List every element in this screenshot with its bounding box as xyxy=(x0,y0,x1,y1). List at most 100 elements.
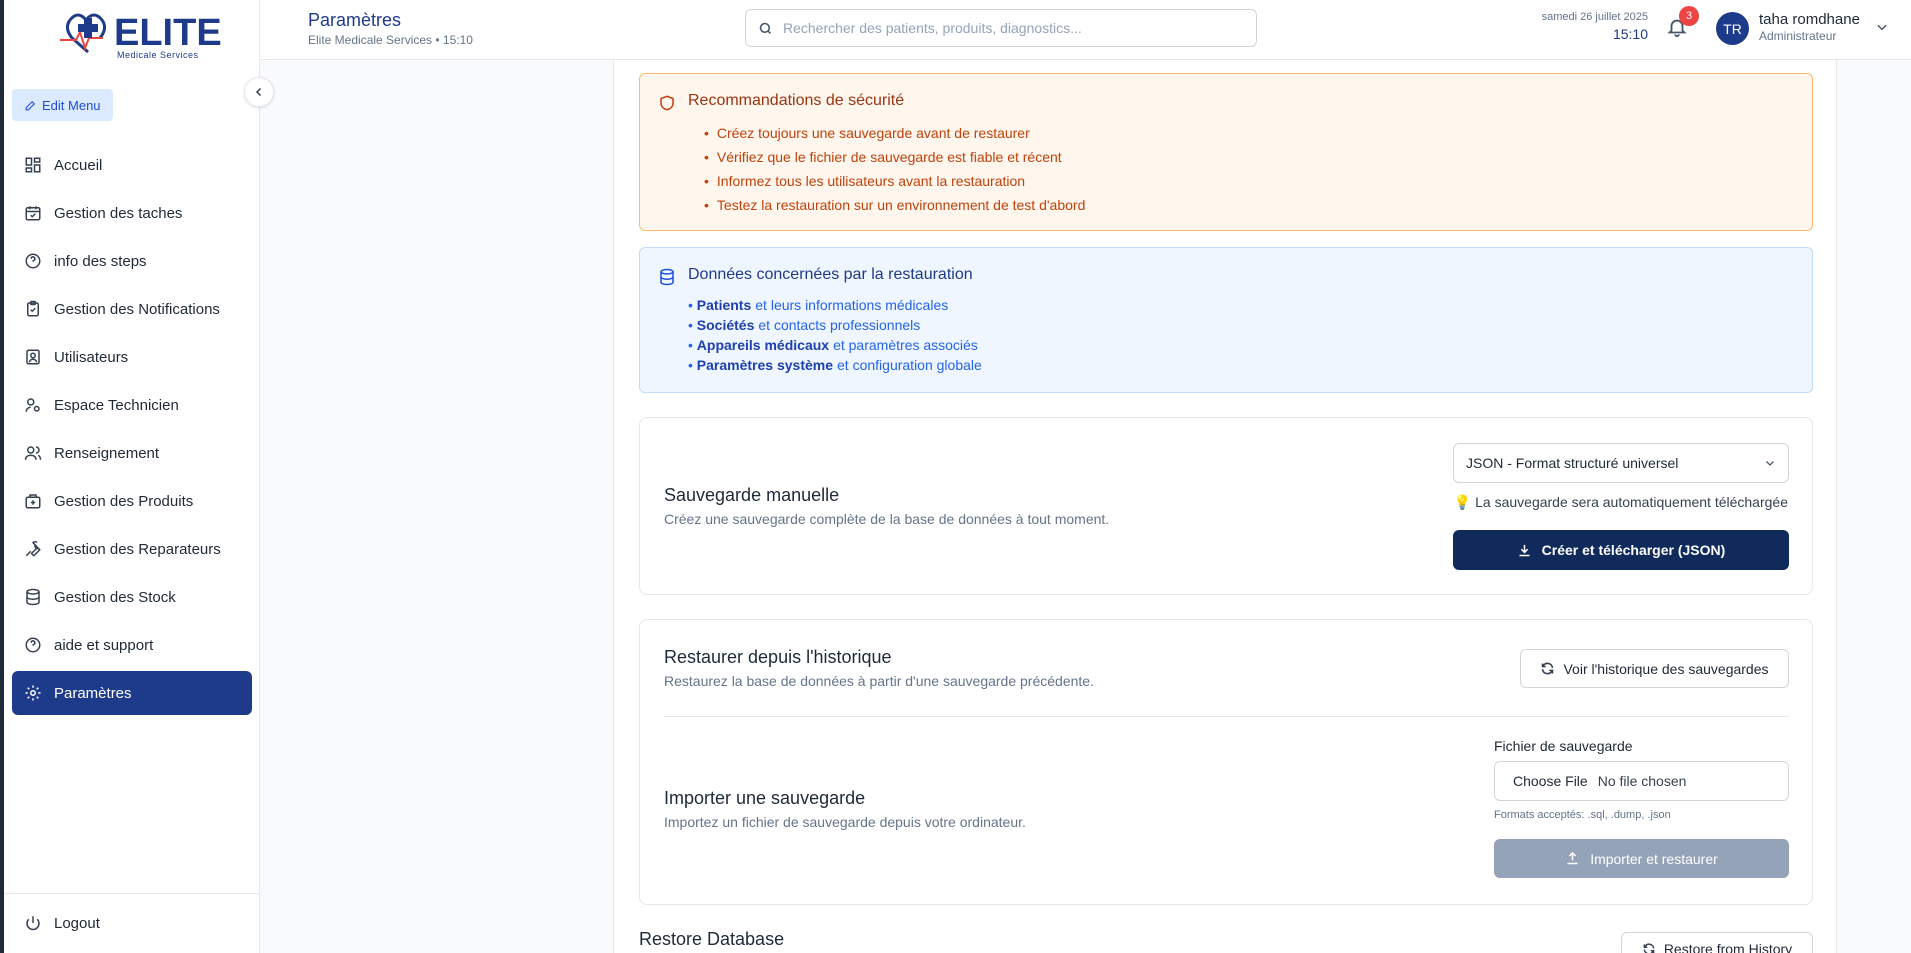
sidebar-item-accueil[interactable]: Accueil xyxy=(12,143,252,187)
refresh-icon xyxy=(1542,662,1554,675)
sidebar-item-label: Paramètres xyxy=(54,684,132,702)
search-icon xyxy=(759,22,772,34)
upload-icon xyxy=(1567,851,1578,865)
section-divider xyxy=(664,716,1789,717)
sidebar-item-gestion-taches[interactable]: Gestion des taches xyxy=(12,191,252,235)
brand-logo[interactable]: ELITE Medicale Services xyxy=(58,10,222,62)
manual-backup-card: Sauvegarde manuelle Créez une sauvegarde… xyxy=(639,417,1813,595)
list-item: • Sociétés et contacts professionnels xyxy=(688,317,921,333)
data-item-bold: Patients xyxy=(696,297,752,313)
view-history-button[interactable]: Voir l'historique des sauvegardes xyxy=(1520,649,1789,688)
search-input[interactable] xyxy=(783,20,1256,36)
manual-backup-title: Sauvegarde manuelle xyxy=(664,485,840,505)
list-item: Testez la restauration sur un environnem… xyxy=(704,193,1085,217)
gear-icon xyxy=(25,685,41,701)
sidebar-item-label: Accueil xyxy=(54,156,103,174)
list-item: • Appareils médicaux et paramètres associ… xyxy=(688,337,978,353)
data-info-title: Données concernées par la restauration xyxy=(688,266,973,283)
current-time: 15:10 xyxy=(1612,26,1648,42)
sidebar-item-label: Gestion des Notifications xyxy=(54,300,220,318)
data-info-list: • Patients et leurs informations médicale… xyxy=(688,295,982,375)
heart-pulse-logo-icon xyxy=(60,13,107,54)
sidebar-item-info-steps[interactable]: info des steps xyxy=(12,239,252,283)
sidebar-item-produits[interactable]: Gestion des Produits xyxy=(12,479,252,523)
restore-data-info: Données concernées par la restauration •… xyxy=(639,247,1813,393)
sidebar-item-label: aide et support xyxy=(54,636,154,654)
sidebar-item-espace-technicien[interactable]: Espace Technicien xyxy=(12,383,252,427)
avatar[interactable]: TR xyxy=(1716,12,1749,45)
page-subtitle: Elite Medicale Services • 15:10 xyxy=(308,33,473,47)
sidebar-item-notifications[interactable]: Gestion des Notifications xyxy=(12,287,252,331)
brand-name: ELITE xyxy=(114,12,222,54)
sidebar: ELITE Medicale Services Edit Menu Accuei… xyxy=(4,0,260,953)
restore-card: Restaurer depuis l'historique Restaurez … xyxy=(639,619,1813,905)
edit-menu-button[interactable]: Edit Menu xyxy=(12,89,113,121)
user-square-icon xyxy=(26,349,40,365)
download-icon xyxy=(1519,544,1530,556)
sidebar-item-parametres[interactable]: Paramètres xyxy=(12,671,252,715)
list-item: Informez tous les utilisateurs avant la … xyxy=(704,169,1085,193)
brand-tagline: Medicale Services xyxy=(117,50,199,60)
list-item: Vérifiez que le fichier de sauvegarde es… xyxy=(704,145,1085,169)
sidebar-item-reparateurs[interactable]: Gestion des Reparateurs xyxy=(12,527,252,571)
restore-from-history-button[interactable]: Restore from History xyxy=(1621,932,1813,953)
security-title: Recommandations de sécurité xyxy=(688,92,905,109)
database-icon xyxy=(660,268,674,286)
sidebar-item-label: Espace Technicien xyxy=(54,396,179,414)
restore-history-description: Restaurez la base de données à partir d'… xyxy=(664,673,1094,689)
logout-label: Logout xyxy=(54,914,100,932)
clipboard-check-icon xyxy=(27,300,39,317)
sidebar-collapse-button[interactable] xyxy=(244,77,274,107)
sidebar-item-utilisateurs[interactable]: Utilisateurs xyxy=(12,335,252,379)
chevron-down-icon xyxy=(1766,461,1774,466)
pencil-icon xyxy=(25,100,36,110)
security-list: Créez toujours une sauvegarde avant de r… xyxy=(704,121,1085,217)
data-item-text: et leurs informations médicales xyxy=(755,297,949,313)
backup-format-select[interactable]: JSON - Format structuré universel xyxy=(1453,443,1789,483)
import-backup-description: Importez un fichier de sauvegarde depuis… xyxy=(664,814,1026,830)
import-restore-button[interactable]: Importer et restaurer xyxy=(1494,839,1789,878)
page-title: Paramètres xyxy=(308,10,402,30)
user-name[interactable]: taha romdhane xyxy=(1759,11,1860,28)
medical-bag-icon xyxy=(25,494,41,509)
edit-menu-label: Edit Menu xyxy=(42,97,101,113)
manual-backup-description: Créez une sauvegarde complète de la base… xyxy=(664,511,1110,527)
chevron-down-icon[interactable] xyxy=(1875,20,1889,34)
calendar-check-icon xyxy=(25,206,41,221)
wrench-icon xyxy=(25,541,41,557)
restore-from-history-label: Restore from History xyxy=(1663,941,1793,953)
sidebar-item-renseignement[interactable]: Renseignement xyxy=(12,431,252,475)
users-icon xyxy=(24,446,42,460)
power-icon xyxy=(26,916,40,931)
shield-icon xyxy=(660,95,674,111)
data-item-text: et configuration globale xyxy=(837,357,982,373)
top-header: Paramètres Elite Medicale Services • 15:… xyxy=(261,0,1911,60)
data-item-bold: Paramètres système xyxy=(696,357,834,373)
sidebar-nav: Accueil Gestion des taches info des step… xyxy=(12,143,252,719)
chevron-left-icon xyxy=(255,87,262,97)
backup-file-input[interactable]: Choose File No file chosen xyxy=(1494,761,1789,801)
data-item-bold: Sociétés xyxy=(696,317,755,333)
search-bar[interactable] xyxy=(745,9,1257,47)
current-date: samedi 26 juillet 2025 xyxy=(1541,11,1648,23)
download-hint: 💡 La sauvegarde sera automatiquement tél… xyxy=(1453,494,1788,510)
help-circle-icon xyxy=(25,637,41,653)
settings-content: Recommandations de sécurité Créez toujou… xyxy=(613,60,1837,953)
logout-button[interactable]: Logout xyxy=(24,914,100,932)
database-icon xyxy=(26,588,40,606)
security-recommendations: Recommandations de sécurité Créez toujou… xyxy=(639,73,1813,231)
sidebar-item-label: Utilisateurs xyxy=(54,348,129,366)
list-item: Créez toujours une sauvegarde avant de r… xyxy=(704,121,1085,145)
sidebar-item-label: Gestion des Reparateurs xyxy=(54,540,221,558)
data-item-bold: Appareils médicaux xyxy=(696,337,830,353)
data-item-text: et paramètres associés xyxy=(833,337,978,353)
choose-file-button[interactable]: Choose File xyxy=(1513,773,1588,789)
create-download-button[interactable]: Créer et télécharger (JSON) xyxy=(1453,530,1789,570)
notification-badge: 3 xyxy=(1679,6,1699,26)
sidebar-item-label: info des steps xyxy=(54,252,147,270)
sidebar-item-stock[interactable]: Gestion des Stock xyxy=(12,575,252,619)
restore-history-title: Restaurer depuis l'historique xyxy=(664,647,892,667)
import-restore-label: Importer et restaurer xyxy=(1590,850,1718,867)
user-cog-icon xyxy=(25,398,40,412)
sidebar-item-aide-support[interactable]: aide et support xyxy=(12,623,252,667)
